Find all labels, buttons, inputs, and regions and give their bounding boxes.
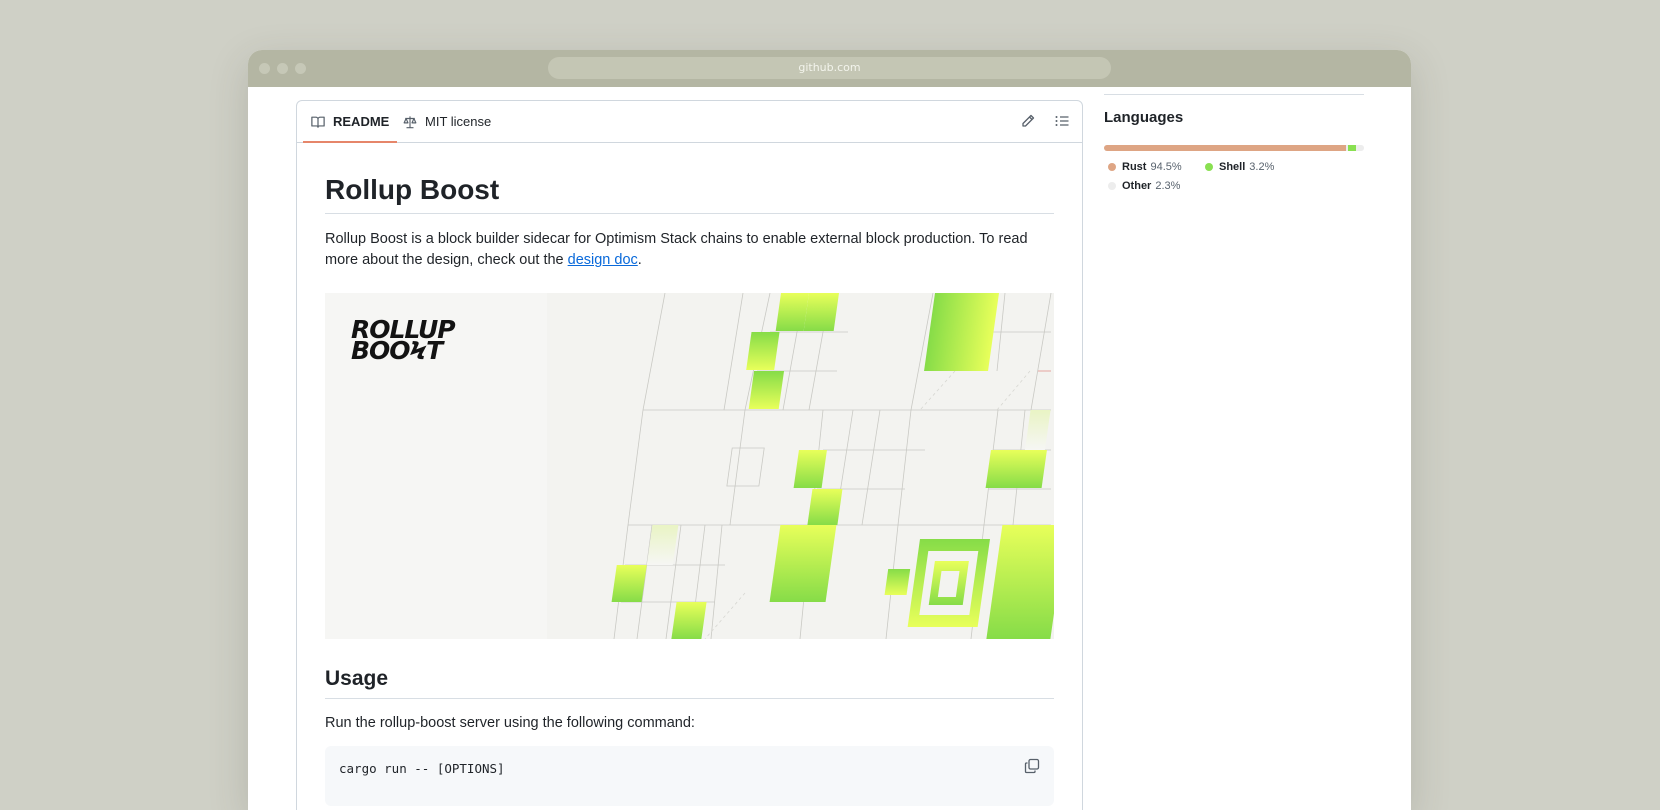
readme-tab-bar: README MIT license [297,101,1082,143]
design-doc-link[interactable]: design doc [568,252,638,268]
languages-bar-rust [1104,145,1346,151]
language-shell[interactable]: Shell 3.2% [1205,161,1274,173]
address-bar[interactable]: github.com [548,57,1111,79]
tab-readme-label: README [333,114,390,129]
readme-actions [1020,113,1070,129]
rollup-boost-logo: ROLLUP BOOϞT [351,315,456,365]
intro-end: . [637,252,642,268]
code-command[interactable]: cargo run -- [OPTIONS] [339,761,505,776]
languages-bar-shell [1347,145,1357,151]
languages-heading: Languages [1104,109,1184,126]
usage-heading: Usage [325,665,1054,699]
edit-file-button[interactable] [1020,113,1036,129]
language-rust[interactable]: Rust 94.5% [1108,161,1182,173]
languages-bar [1104,145,1364,151]
rust-color-dot [1108,163,1116,171]
close-window-button[interactable] [259,63,270,74]
usage-description: Run the rollup-boost server using the fo… [325,715,695,731]
maximize-window-button[interactable] [295,63,306,74]
browser-window: github.com README MIT license Rollup Boo… [248,50,1411,810]
rollup-boost-banner-image: ROLLUP BOOϞT [325,293,1054,639]
tab-mit-license[interactable]: MIT license [403,101,491,142]
intro-text: Rollup Boost is a block builder sidecar … [325,231,1028,268]
language-other[interactable]: Other 2.3% [1108,180,1180,192]
shell-color-dot [1205,163,1213,171]
code-block: cargo run -- [OPTIONS] [325,746,1054,806]
browser-titlebar: github.com [248,50,1411,87]
readme-intro: Rollup Boost is a block builder sidecar … [325,229,1054,271]
outline-button[interactable] [1054,113,1070,129]
pencil-icon [1022,114,1035,127]
scale-icon [403,115,417,128]
minimize-window-button[interactable] [277,63,288,74]
tab-mit-license-label: MIT license [425,114,492,129]
languages-bar-other [1358,145,1364,151]
sidebar-divider [1104,94,1364,95]
other-color-dot [1108,182,1116,190]
list-unordered-icon [1055,116,1069,126]
tab-readme[interactable]: README [302,101,398,143]
book-icon [311,116,325,128]
copy-button[interactable] [1024,758,1040,774]
readme-title: Rollup Boost [325,173,1054,214]
copy-icon [1024,758,1040,774]
readme-panel: README MIT license Rollup Boost Rollup B… [296,100,1083,810]
